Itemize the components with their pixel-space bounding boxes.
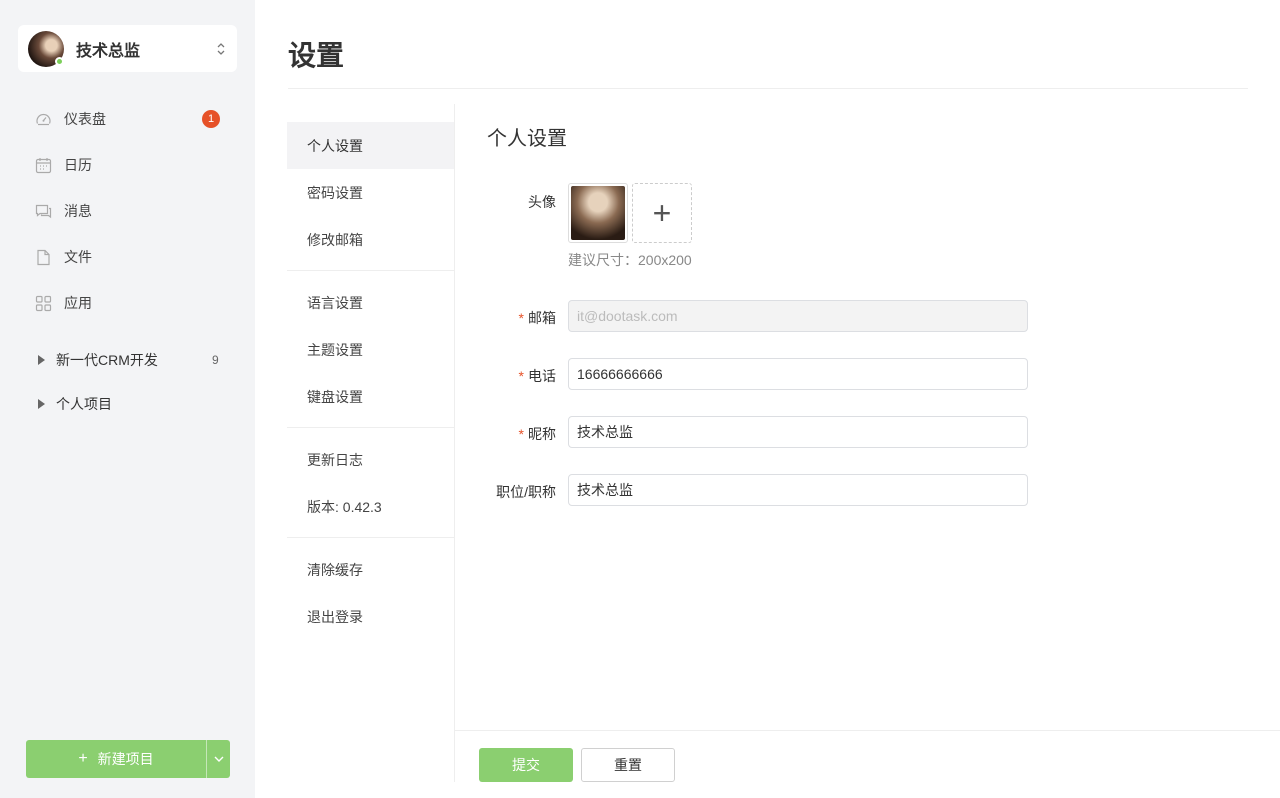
chevron-up-down-icon[interactable]	[215, 41, 227, 57]
position-field[interactable]	[568, 474, 1028, 506]
nickname-label: * 昵称	[455, 424, 556, 444]
caret-right-icon[interactable]	[38, 399, 45, 409]
plus-icon: +	[78, 750, 88, 767]
required-mark: *	[518, 426, 524, 442]
new-project-button[interactable]: + 新建项目	[26, 740, 206, 778]
sidebar-item-label: 文件	[64, 249, 92, 265]
sidebar-item-label: 日历	[64, 157, 92, 173]
file-icon	[35, 249, 52, 266]
phone-label: * 电话	[455, 366, 556, 386]
sidebar-item-label: 仪表盘	[64, 111, 106, 127]
menu-item-logout[interactable]: 退出登录	[287, 593, 454, 640]
sidebar-item-label: 消息	[64, 203, 92, 219]
apps-icon	[35, 295, 52, 312]
menu-item-changelog[interactable]: 更新日志	[287, 436, 454, 483]
avatar-size-hint: 建议尺寸：200x200	[568, 252, 692, 268]
menu-item-language[interactable]: 语言设置	[287, 279, 454, 326]
menu-divider	[287, 270, 454, 271]
required-mark: *	[518, 368, 524, 384]
sidebar-item-files[interactable]: 文件	[0, 234, 255, 280]
position-label: 职位/职称	[496, 484, 556, 500]
settings-menu: 个人设置 密码设置 修改邮箱 语言设置 主题设置 键盘设置 更新日志 版本: 0…	[287, 104, 455, 782]
divider	[288, 88, 1248, 89]
project-list: 新一代CRM开发 9 个人项目	[0, 338, 255, 426]
project-label: 个人项目	[56, 396, 112, 412]
dashboard-icon	[35, 111, 52, 128]
user-avatar-wrap	[28, 30, 64, 67]
project-task-count: 9	[212, 353, 219, 367]
user-switcher[interactable]: 技术总监	[18, 25, 237, 72]
notification-badge: 1	[202, 110, 220, 128]
page-title: 设置	[288, 40, 345, 71]
required-mark: *	[518, 310, 524, 326]
project-item-personal[interactable]: 个人项目	[0, 382, 255, 426]
avatar-preview[interactable]	[568, 183, 628, 243]
menu-item-keyboard[interactable]: 键盘设置	[287, 373, 454, 420]
sidebar: 技术总监 仪表盘 1 日历 消息 文件 应用 新一代CRM开发 9 个人项目 +…	[0, 0, 255, 798]
phone-label-text: 电话	[528, 368, 556, 384]
footer-divider	[455, 730, 1280, 731]
nickname-field[interactable]	[568, 416, 1028, 448]
email-label-text: 邮箱	[528, 310, 556, 326]
email-label: * 邮箱	[455, 308, 556, 328]
reset-button[interactable]: 重置	[581, 748, 675, 782]
menu-item-clear-cache[interactable]: 清除缓存	[287, 546, 454, 593]
avatar-upload-button[interactable]: +	[632, 183, 692, 243]
menu-item-version: 版本: 0.42.3	[307, 498, 382, 515]
project-label: 新一代CRM开发	[56, 352, 158, 368]
online-status-dot	[55, 56, 64, 66]
message-icon	[35, 203, 52, 220]
sidebar-nav: 仪表盘 1 日历 消息 文件 应用	[0, 96, 255, 326]
calendar-icon	[35, 157, 52, 174]
avatar-label: 头像	[528, 194, 556, 210]
sidebar-item-dashboard[interactable]: 仪表盘 1	[0, 96, 255, 142]
sidebar-item-messages[interactable]: 消息	[0, 188, 255, 234]
new-project-button-group: + 新建项目	[26, 740, 230, 778]
menu-divider	[287, 427, 454, 428]
section-title: 个人设置	[487, 128, 567, 150]
menu-item-personal-settings[interactable]: 个人设置	[287, 122, 454, 169]
menu-item-password-settings[interactable]: 密码设置	[287, 169, 454, 216]
sidebar-item-apps[interactable]: 应用	[0, 280, 255, 326]
menu-item-theme[interactable]: 主题设置	[287, 326, 454, 373]
menu-item-change-email[interactable]: 修改邮箱	[287, 216, 454, 263]
settings-content: 个人设置 头像 + 建议尺寸：200x200 *邮箱 *电话 *昵称 职位/职称…	[455, 104, 1280, 798]
new-project-dropdown[interactable]	[206, 740, 230, 778]
phone-field[interactable]	[568, 358, 1028, 390]
user-name: 技术总监	[76, 42, 141, 60]
sidebar-item-calendar[interactable]: 日历	[0, 142, 255, 188]
avatar-image	[571, 186, 625, 240]
submit-button[interactable]: 提交	[479, 748, 573, 782]
menu-divider	[287, 537, 454, 538]
caret-right-icon[interactable]	[38, 355, 45, 365]
email-field	[568, 300, 1028, 332]
sidebar-item-label: 应用	[64, 295, 92, 311]
new-project-label: 新建项目	[97, 751, 154, 767]
project-item-crm[interactable]: 新一代CRM开发 9	[0, 338, 255, 382]
chevron-down-icon	[214, 756, 223, 762]
nickname-label-text: 昵称	[528, 426, 556, 442]
